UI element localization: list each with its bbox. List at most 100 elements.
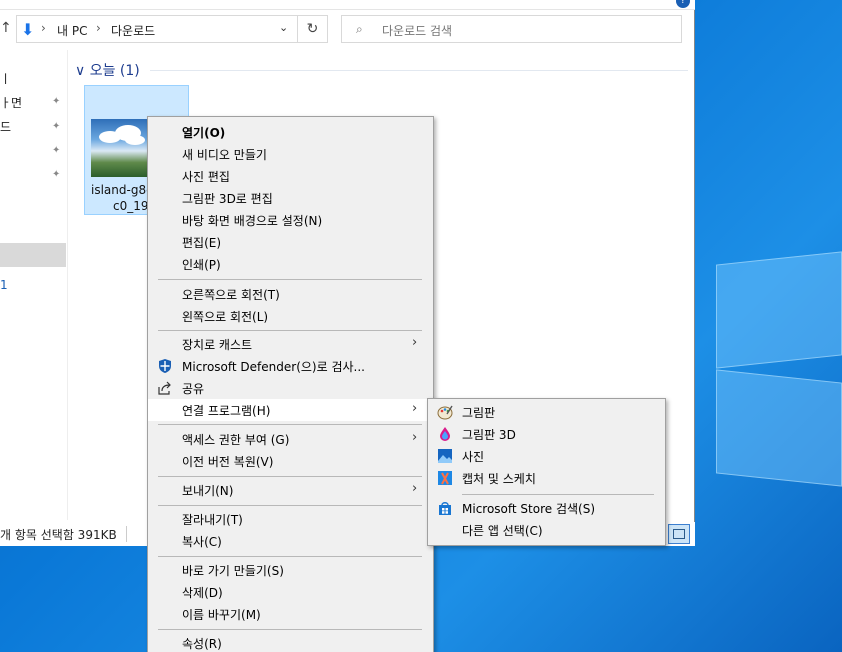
menu-item-label: 바로 가기 만들기(S) bbox=[182, 564, 284, 578]
file-name: island-g8e bbox=[91, 183, 154, 197]
menu-item-label: 잘라내기(T) bbox=[182, 513, 243, 527]
menu-separator bbox=[158, 424, 422, 425]
chevron-right-icon: › bbox=[412, 430, 418, 445]
share-icon bbox=[158, 381, 171, 395]
menu-item-label: 액세스 권한 부여 (G) bbox=[182, 433, 290, 447]
menu-item-print[interactable]: 인쇄(P) bbox=[148, 253, 433, 275]
chevron-right-icon: › bbox=[412, 481, 418, 496]
group-label: 오늘 (1) bbox=[89, 63, 140, 79]
menu-item-label: 이전 버전 복원(V) bbox=[182, 455, 274, 469]
pin-icon: ✦ bbox=[52, 145, 61, 156]
menu-item-delete[interactable]: 삭제(D) bbox=[148, 581, 433, 603]
breadcrumb-this-pc[interactable]: 내 PC bbox=[57, 22, 87, 39]
nav-item-downloads[interactable]: 드 bbox=[0, 118, 11, 135]
menu-separator bbox=[158, 505, 422, 506]
menu-item-defender-scan[interactable]: Microsoft Defender(으)로 검사... bbox=[148, 355, 433, 377]
menu-separator bbox=[158, 476, 422, 477]
menu-item-label: 연결 프로그램(H) bbox=[182, 404, 271, 418]
submenu-item-label: 그림판 bbox=[462, 406, 496, 420]
status-text: 개 항목 선택함 391KB bbox=[0, 528, 117, 542]
menu-item-rotate-left[interactable]: 왼쪽으로 회전(L) bbox=[148, 305, 433, 327]
address-bar[interactable]: ⬇ › 내 PC › 다운로드 ⌄ bbox=[16, 15, 298, 43]
menu-separator bbox=[158, 629, 422, 630]
windows-desktop-logo bbox=[716, 240, 842, 487]
submenu-item-paint[interactable]: 그림판 bbox=[428, 401, 665, 423]
submenu-item-snip-sketch[interactable]: 캡처 및 스케치 bbox=[428, 467, 665, 489]
menu-item-label: 삭제(D) bbox=[182, 586, 223, 600]
menu-item-label: 이름 바꾸기(M) bbox=[182, 608, 261, 622]
menu-item-cut[interactable]: 잘라내기(T) bbox=[148, 508, 433, 530]
up-arrow-icon[interactable]: ↑ bbox=[0, 20, 12, 38]
menu-item-label: 사진 편집 bbox=[182, 170, 230, 184]
nav-item-4[interactable]: 1 bbox=[0, 278, 8, 292]
submenu-item-label: 다른 앱 선택(C) bbox=[462, 524, 543, 538]
submenu-item-photos[interactable]: 사진 bbox=[428, 445, 665, 467]
menu-item-restore-versions[interactable]: 이전 버전 복원(V) bbox=[148, 450, 433, 472]
view-icon bbox=[673, 529, 685, 539]
menu-item-properties[interactable]: 속성(R) bbox=[148, 632, 433, 652]
breadcrumb-downloads[interactable]: 다운로드 bbox=[111, 22, 155, 39]
menu-item-label: 보내기(N) bbox=[182, 484, 234, 498]
chevron-right-icon: › bbox=[412, 401, 418, 416]
search-input[interactable]: ⌕ 다운로드 검색 bbox=[341, 15, 682, 43]
submenu-item-choose-app[interactable]: 다른 앱 선택(C) bbox=[428, 519, 665, 541]
menu-item-label: 열기(O) bbox=[182, 126, 226, 140]
group-divider bbox=[150, 70, 688, 71]
status-divider bbox=[126, 526, 127, 542]
store-icon bbox=[439, 502, 451, 515]
chevron-right-icon: › bbox=[412, 335, 418, 350]
nav-item-desktop[interactable]: ㅏ면 bbox=[0, 94, 22, 111]
menu-item-new-video[interactable]: 새 비디오 만들기 bbox=[148, 143, 433, 165]
menu-item-rename[interactable]: 이름 바꾸기(M) bbox=[148, 603, 433, 625]
submenu-item-label: 그림판 3D bbox=[462, 428, 516, 442]
pin-icon: ✦ bbox=[52, 96, 61, 107]
logo-pane-bottom bbox=[716, 369, 842, 487]
menu-item-open-with[interactable]: 연결 프로그램(H) › bbox=[148, 399, 433, 421]
logo-pane-top bbox=[716, 251, 842, 369]
pin-icon: ✦ bbox=[52, 121, 61, 132]
breadcrumb-separator: › bbox=[96, 21, 101, 35]
menu-item-label: 편집(E) bbox=[182, 236, 222, 250]
snip-sketch-icon bbox=[438, 471, 452, 485]
menu-item-cast[interactable]: 장치로 캐스트 › bbox=[148, 333, 433, 355]
menu-item-label: 새 비디오 만들기 bbox=[182, 148, 267, 162]
menu-item-set-background[interactable]: 바탕 화면 배경으로 설정(N) bbox=[148, 209, 433, 231]
menu-item-give-access[interactable]: 액세스 권한 부여 (G) › bbox=[148, 428, 433, 450]
menu-item-rotate-right[interactable]: 오른쪽으로 회전(T) bbox=[148, 283, 433, 305]
menu-separator bbox=[158, 279, 422, 280]
submenu-item-store-search[interactable]: Microsoft Store 검색(S) bbox=[428, 497, 665, 519]
search-icon: ⌕ bbox=[356, 22, 363, 36]
menu-item-edit-photo[interactable]: 사진 편집 bbox=[148, 165, 433, 187]
chevron-down-icon: ∨ bbox=[75, 63, 86, 79]
submenu-item-label: 사진 bbox=[462, 450, 485, 464]
pin-icon: ✦ bbox=[52, 169, 61, 180]
submenu-item-paint3d[interactable]: 그림판 3D bbox=[428, 423, 665, 445]
menu-item-send-to[interactable]: 보내기(N) › bbox=[148, 479, 433, 501]
group-header[interactable]: ∨ 오늘 (1) bbox=[75, 60, 140, 80]
paint3d-icon bbox=[440, 427, 450, 441]
menu-item-share[interactable]: 공유 bbox=[148, 377, 433, 399]
chevron-down-icon[interactable]: ⌄ bbox=[279, 21, 288, 34]
breadcrumb-separator: › bbox=[41, 21, 46, 35]
menu-item-edit-paint3d[interactable]: 그림판 3D로 편집 bbox=[148, 187, 433, 209]
nav-item-selected[interactable] bbox=[0, 243, 66, 267]
submenu-separator bbox=[462, 494, 654, 495]
menu-item-edit[interactable]: 편집(E) bbox=[148, 231, 433, 253]
menu-item-open[interactable]: 열기(O) bbox=[148, 121, 433, 143]
menu-item-create-shortcut[interactable]: 바로 가기 만들기(S) bbox=[148, 559, 433, 581]
menu-item-copy[interactable]: 복사(C) bbox=[148, 530, 433, 552]
open-with-submenu: 그림판 그림판 3D 사진 캡처 및 스케치 Microsoft Store 검… bbox=[427, 398, 666, 546]
cloud-shape bbox=[125, 135, 145, 145]
menu-item-label: 그림판 3D로 편집 bbox=[182, 192, 273, 206]
large-icons-view-button[interactable] bbox=[668, 524, 690, 544]
file-name-line2: c0_19 bbox=[113, 199, 149, 213]
submenu-item-label: Microsoft Store 검색(S) bbox=[462, 502, 596, 516]
navigation-pane: ㅣ ㅏ면 ✦ 드 ✦ ✦ ✦ 1 bbox=[0, 50, 68, 520]
menu-item-label: 인쇄(P) bbox=[182, 258, 221, 272]
menu-item-label: 오른쪽으로 회전(T) bbox=[182, 288, 280, 302]
menu-item-label: 바탕 화면 배경으로 설정(N) bbox=[182, 214, 323, 228]
refresh-button[interactable]: ↻ bbox=[298, 15, 328, 43]
menu-item-label: 왼쪽으로 회전(L) bbox=[182, 310, 269, 324]
search-placeholder: 다운로드 검색 bbox=[382, 24, 453, 38]
nav-item-1[interactable]: ㅣ bbox=[0, 70, 11, 87]
